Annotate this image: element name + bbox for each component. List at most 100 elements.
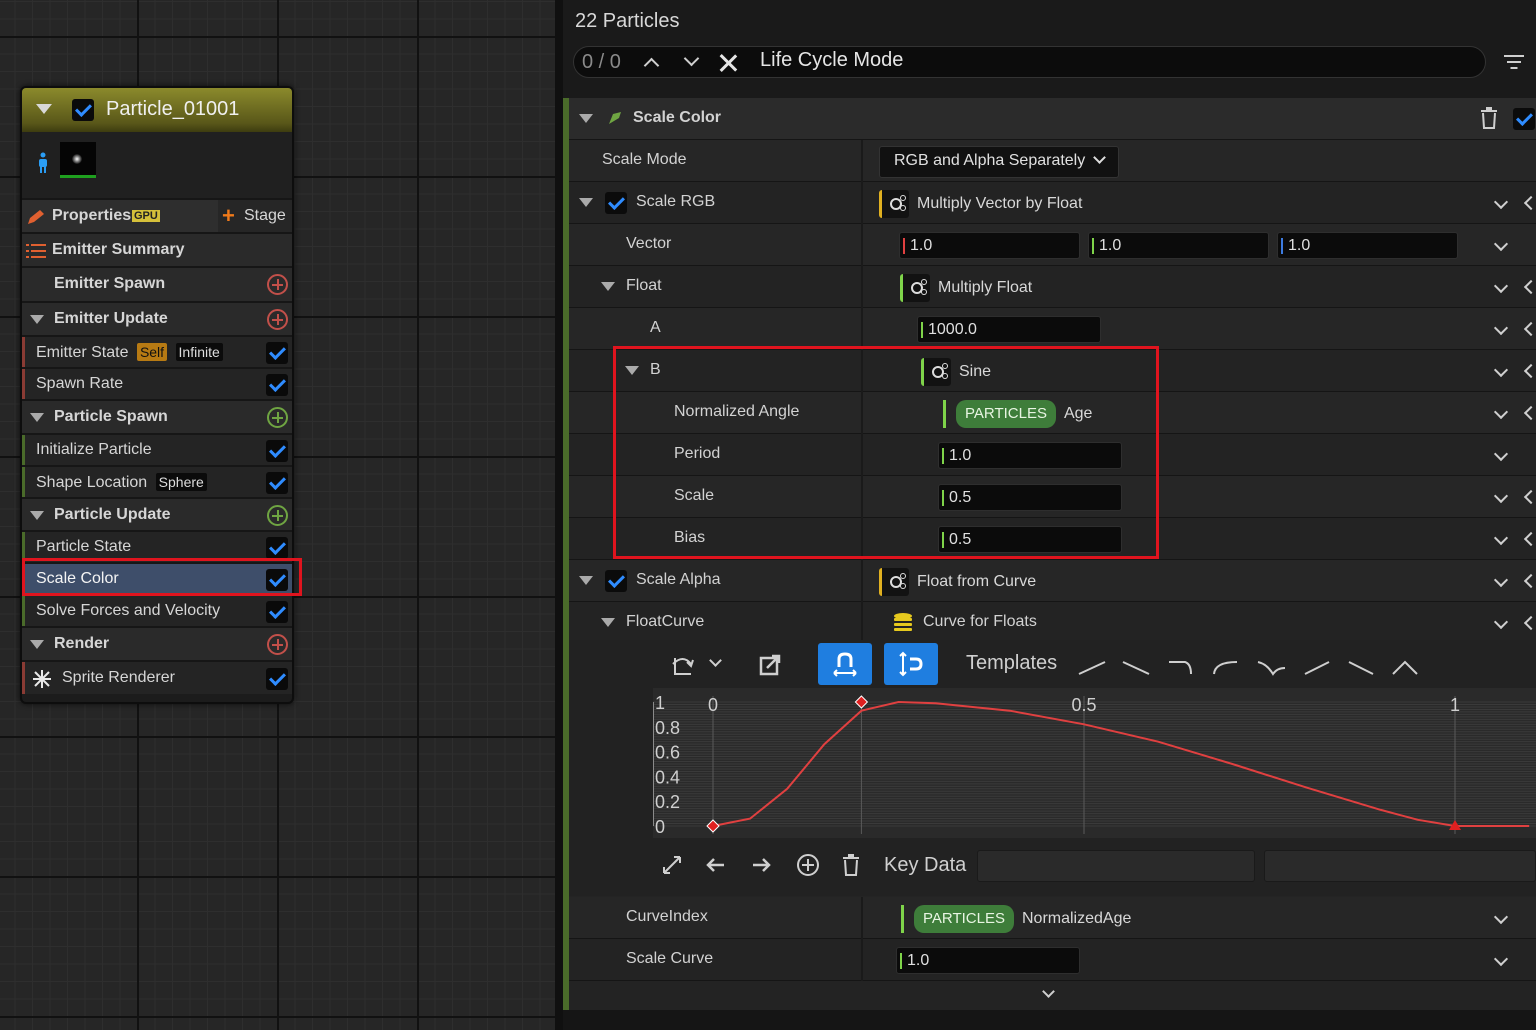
reset-arrow-icon[interactable] bbox=[1524, 573, 1536, 587]
module-enabled-checkbox[interactable] bbox=[266, 537, 288, 559]
search-input[interactable]: 0 / 0 Life Cycle Mode bbox=[573, 46, 1486, 78]
expand-arrow-icon[interactable] bbox=[30, 315, 44, 324]
curve-graph[interactable]: 1 0.8 0.6 0.4 0.2 0 0 0.5 1 bbox=[653, 688, 1536, 838]
filter-icon[interactable] bbox=[1503, 52, 1525, 72]
module-enabled-checkbox[interactable] bbox=[266, 374, 288, 396]
module-solve-forces[interactable]: Solve Forces and Velocity bbox=[22, 594, 292, 626]
chevron-down-icon[interactable] bbox=[1493, 362, 1509, 378]
curve-import-icon[interactable] bbox=[669, 650, 699, 680]
scale-alpha-dynamic-input[interactable]: Float from Curve bbox=[879, 568, 1036, 596]
key-time-field[interactable] bbox=[977, 850, 1255, 882]
emitter-node-header[interactable]: Particle_01001 bbox=[22, 88, 292, 132]
close-icon[interactable] bbox=[718, 53, 738, 73]
reset-arrow-icon[interactable] bbox=[1524, 489, 1536, 503]
add-module-icon[interactable] bbox=[267, 505, 288, 526]
module-enabled-checkbox[interactable] bbox=[266, 601, 288, 623]
expand-arrow-icon[interactable] bbox=[30, 413, 44, 422]
reset-arrow-icon[interactable] bbox=[1524, 279, 1536, 293]
add-stage-button[interactable]: + Stage bbox=[218, 200, 292, 232]
chevron-down-icon[interactable] bbox=[1493, 572, 1509, 588]
particle-update-row[interactable]: Particle Update bbox=[22, 497, 292, 530]
key-value-field[interactable] bbox=[1264, 850, 1536, 882]
chevron-down-icon[interactable] bbox=[1493, 909, 1509, 925]
chevron-down-icon[interactable] bbox=[1493, 614, 1509, 630]
reset-arrow-icon[interactable] bbox=[1524, 363, 1536, 377]
reset-arrow-icon[interactable] bbox=[1524, 405, 1536, 419]
chevron-down-icon[interactable] bbox=[1493, 404, 1509, 420]
expand-arrow-icon[interactable] bbox=[30, 640, 44, 649]
add-module-icon[interactable] bbox=[267, 274, 288, 295]
module-enabled-checkbox[interactable] bbox=[266, 342, 288, 364]
collapse-arrow-icon[interactable] bbox=[579, 576, 593, 585]
emitter-node[interactable]: Particle_01001 Properties GPU + Stage Em… bbox=[20, 86, 294, 704]
emitter-enabled-checkbox[interactable] bbox=[72, 99, 94, 121]
vector-y-field[interactable]: 1.0 bbox=[1088, 232, 1269, 259]
emitter-preview-thumbnail[interactable] bbox=[60, 142, 96, 178]
chevron-down-icon[interactable] bbox=[1493, 488, 1509, 504]
curve-editor[interactable]: Templates 1 0.8 0.6 0.4 0.2 0 0 0.5 1 Ke… bbox=[569, 640, 1536, 896]
fit-expand-icon[interactable] bbox=[661, 854, 683, 876]
chevron-down-icon[interactable] bbox=[1493, 320, 1509, 336]
chevron-down-icon[interactable] bbox=[1493, 194, 1509, 210]
chevron-down-icon[interactable] bbox=[683, 50, 700, 67]
module-initialize-particle[interactable]: Initialize Particle bbox=[22, 433, 292, 465]
emitter-summary-row[interactable]: Emitter Summary bbox=[22, 232, 292, 266]
chevron-down-icon[interactable] bbox=[1493, 951, 1509, 967]
emitter-spawn-row[interactable]: Emitter Spawn bbox=[22, 266, 292, 301]
scale-rgb-checkbox[interactable] bbox=[605, 192, 627, 214]
add-module-icon[interactable] bbox=[267, 309, 288, 330]
module-enabled-checkbox[interactable] bbox=[266, 472, 288, 494]
dynamic-input-icon bbox=[879, 190, 909, 218]
trash-icon[interactable] bbox=[841, 853, 861, 877]
add-module-icon[interactable] bbox=[267, 634, 288, 655]
scale-color-section-header[interactable]: Scale Color bbox=[569, 98, 1536, 140]
expand-arrow-icon[interactable] bbox=[30, 511, 44, 520]
add-module-icon[interactable] bbox=[267, 407, 288, 428]
scale-mode-dropdown[interactable]: RGB and Alpha Separately bbox=[879, 146, 1120, 178]
chevron-down-icon[interactable] bbox=[1493, 530, 1509, 546]
collapse-arrow-icon[interactable] bbox=[36, 104, 52, 114]
panel-splitter[interactable] bbox=[555, 0, 563, 1030]
collapse-arrow-icon[interactable] bbox=[601, 282, 615, 291]
collapse-arrow-icon[interactable] bbox=[579, 198, 593, 207]
scale-alpha-checkbox[interactable] bbox=[605, 570, 627, 592]
module-enabled-checkbox[interactable] bbox=[266, 440, 288, 462]
particle-spawn-row[interactable]: Particle Spawn bbox=[22, 399, 292, 433]
properties-row[interactable]: Properties GPU + Stage bbox=[22, 198, 292, 232]
module-emitter-state[interactable]: Emitter State Self Infinite bbox=[22, 335, 292, 367]
external-open-icon[interactable] bbox=[759, 654, 781, 676]
arrow-right-icon[interactable] bbox=[750, 854, 772, 876]
chevron-down-icon[interactable] bbox=[1042, 985, 1055, 998]
emitter-update-row[interactable]: Emitter Update bbox=[22, 301, 292, 335]
reset-arrow-icon[interactable] bbox=[1524, 615, 1536, 629]
module-shape-location[interactable]: Shape Location Sphere bbox=[22, 465, 292, 497]
chevron-up-icon[interactable] bbox=[643, 57, 660, 74]
reset-arrow-icon[interactable] bbox=[1524, 321, 1536, 335]
chevron-down-icon[interactable] bbox=[709, 654, 722, 667]
scale-rgb-dynamic-input[interactable]: Multiply Vector by Float bbox=[879, 190, 1082, 218]
a-value-field[interactable]: 1000.0 bbox=[917, 316, 1101, 343]
module-enabled-checkbox[interactable] bbox=[1513, 108, 1535, 130]
module-enabled-checkbox[interactable] bbox=[266, 668, 288, 690]
reset-arrow-icon[interactable] bbox=[1524, 195, 1536, 209]
render-row[interactable]: Render bbox=[22, 626, 292, 660]
float-dynamic-input[interactable]: Multiply Float bbox=[900, 274, 1032, 302]
vector-z-field[interactable]: 1.0 bbox=[1277, 232, 1458, 259]
chevron-down-icon[interactable] bbox=[1493, 446, 1509, 462]
module-spawn-rate[interactable]: Spawn Rate bbox=[22, 367, 292, 399]
module-sprite-renderer[interactable]: Sprite Renderer bbox=[22, 660, 292, 694]
add-key-icon[interactable] bbox=[796, 853, 820, 877]
reset-arrow-icon[interactable] bbox=[1524, 531, 1536, 545]
curveindex-binding[interactable]: PARTICLES NormalizedAge bbox=[901, 905, 1131, 933]
trash-icon[interactable] bbox=[1479, 106, 1499, 130]
vertical-snap-button[interactable] bbox=[884, 643, 938, 685]
chevron-down-icon[interactable] bbox=[1493, 236, 1509, 252]
chevron-down-icon[interactable] bbox=[1493, 278, 1509, 294]
magnet-snap-button[interactable] bbox=[818, 643, 872, 685]
arrow-left-icon[interactable] bbox=[705, 854, 727, 876]
vector-x-field[interactable]: 1.0 bbox=[899, 232, 1080, 259]
collapse-arrow-icon[interactable] bbox=[601, 618, 615, 627]
collapse-arrow-icon[interactable] bbox=[579, 114, 593, 123]
scale-curve-field[interactable]: 1.0 bbox=[896, 947, 1080, 974]
expand-more-row[interactable] bbox=[569, 981, 1536, 1010]
